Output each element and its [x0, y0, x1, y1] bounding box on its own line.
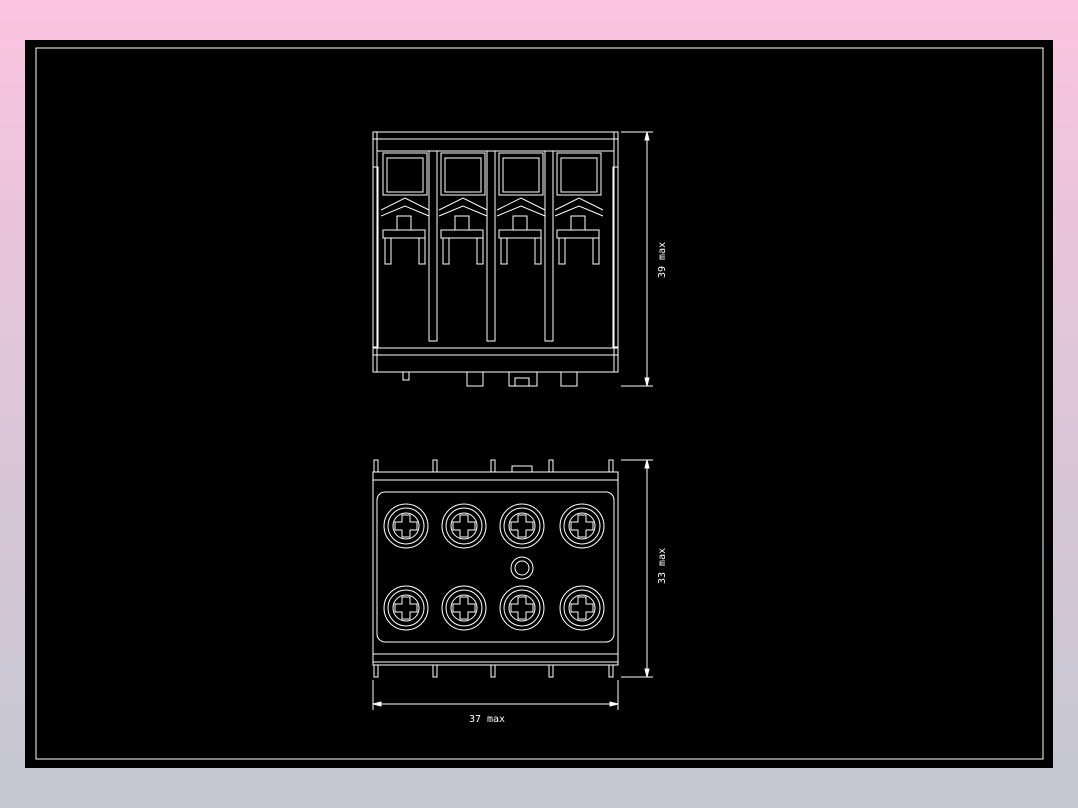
- screw-terminal-r2c4: [559, 585, 605, 631]
- screw-terminal-r2c3: [499, 585, 545, 631]
- screw-terminal-r1c1: [383, 503, 429, 549]
- technical-drawing: 39 max 33 max 37 max: [35, 47, 1044, 760]
- terminal-clamp-1: [380, 152, 430, 265]
- dimension-height-bottom: 33 max: [621, 459, 668, 678]
- cad-viewport[interactable]: 39 max 33 max 37 max: [25, 40, 1053, 768]
- dimension-label-37: 37 max: [469, 714, 505, 725]
- screw-terminal-r1c3: [499, 503, 545, 549]
- bottom-top-pins: [373, 459, 614, 473]
- dimension-width: 37 max: [372, 680, 619, 725]
- front-view: 39 max: [372, 131, 668, 387]
- screw-terminal-r2c2: [441, 585, 487, 631]
- dimension-height-front: 39 max: [621, 131, 668, 387]
- sheet-border: [35, 47, 1044, 760]
- screw-terminal-r2c1: [383, 585, 429, 631]
- center-hole: [510, 556, 534, 580]
- screw-terminal-r1c4: [559, 503, 605, 549]
- front-bottom-pins: [402, 371, 578, 387]
- dimension-label-33: 33 max: [657, 548, 668, 584]
- screw-terminal-r1c2: [441, 503, 487, 549]
- bottom-view: 33 max 37 max: [372, 459, 668, 725]
- terminal-clamp-4: [554, 152, 604, 265]
- terminal-clamp-3: [496, 152, 546, 265]
- bottom-lower-pins: [373, 664, 614, 678]
- dimension-label-39: 39 max: [657, 242, 668, 278]
- pole-separators: [428, 150, 554, 342]
- bottom-body-outline: [372, 471, 619, 666]
- terminal-clamp-2: [438, 152, 488, 265]
